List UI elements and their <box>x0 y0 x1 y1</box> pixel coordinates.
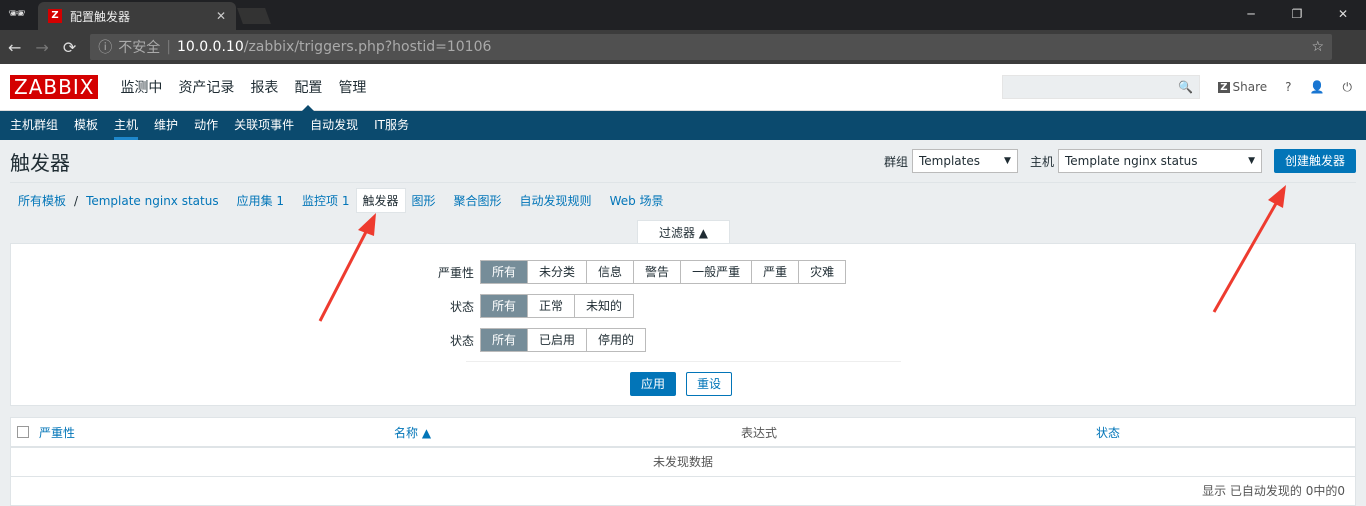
crumb-screens[interactable]: 聚合图形 <box>448 189 508 212</box>
host-label: 主机 <box>1029 154 1054 169</box>
restore-icon[interactable]: ❐ <box>1274 0 1320 28</box>
reset-button[interactable]: 重设 <box>686 372 733 396</box>
status-filter: 所有 已启用 停用的 <box>480 328 647 352</box>
triggers-table: 严重性 名称 ▲ 表达式 状态 未发现数据 显示 已自动发现的 0中的0 <box>10 417 1356 506</box>
crumb-triggers[interactable]: 触发器 <box>355 188 406 213</box>
url-host: 10.0.0.10 <box>176 39 244 55</box>
user-icon[interactable]: 👤 <box>1310 80 1325 94</box>
close-window-icon[interactable]: ✕ <box>1320 0 1366 28</box>
severity-not-classified[interactable]: 未分类 <box>527 261 586 283</box>
bookmark-star-icon[interactable]: ☆ <box>1311 39 1324 55</box>
status-label: 状态 <box>449 333 474 348</box>
dropdown-arrow-icon: ▼ <box>1248 156 1255 166</box>
subnav-correlation[interactable]: 关联项事件 <box>226 111 302 140</box>
state-label: 状态 <box>449 299 474 314</box>
status-enabled[interactable]: 已启用 <box>527 329 586 351</box>
power-icon[interactable]: ⏻ <box>1343 80 1353 95</box>
filter-panel: 严重性 所有 未分类 信息 警告 一般严重 严重 灾难 状态 所有 正常 未知的… <box>10 243 1356 406</box>
forward-icon[interactable]: → <box>35 38 48 57</box>
crumb-web-scenarios[interactable]: Web 场景 <box>604 189 670 212</box>
crumb-applications[interactable]: 应用集 1 <box>231 189 290 212</box>
subnav-discovery[interactable]: 自动发现 <box>302 111 366 140</box>
severity-average[interactable]: 一般严重 <box>680 261 751 283</box>
security-label: 不安全 <box>118 40 161 56</box>
url-input[interactable]: ⓘ 不安全 | 10.0.0.10/zabbix/triggers.php?ho… <box>90 34 1332 60</box>
zabbix-favicon-icon: Z <box>48 9 62 23</box>
url-path: /zabbix/triggers.php?hostid=10106 <box>243 39 492 55</box>
info-icon: ⓘ <box>98 40 113 56</box>
share-label: Share <box>1232 80 1268 94</box>
address-bar: ← → ⟳ ⓘ 不安全 | 10.0.0.10/zabbix/triggers.… <box>0 30 1366 64</box>
incognito-icon: 🕶 <box>8 6 26 22</box>
severity-all[interactable]: 所有 <box>481 261 528 283</box>
menu-reports[interactable]: 报表 <box>242 77 286 97</box>
search-input[interactable]: 🔍 <box>1002 75 1201 99</box>
crumb-all-templates[interactable]: 所有模板 <box>12 189 72 212</box>
create-trigger-button[interactable]: 创建触发器 <box>1273 149 1356 173</box>
col-expression: 表达式 <box>741 425 778 440</box>
subnav-host-groups[interactable]: 主机群组 <box>2 111 66 140</box>
subnav-it-services[interactable]: IT服务 <box>366 111 417 140</box>
crumb-separator: / <box>74 193 79 208</box>
browser-tabbar: 🕶 Z 配置触发器 ✕ ─ ❐ ✕ <box>0 0 1366 30</box>
minimize-icon[interactable]: ─ <box>1228 0 1274 28</box>
subnav-maintenance[interactable]: 维护 <box>146 111 186 140</box>
status-all[interactable]: 所有 <box>481 329 528 351</box>
group-label: 群组 <box>883 154 908 169</box>
filter-divider <box>466 361 901 362</box>
search-icon: 🔍 <box>1178 80 1194 94</box>
crumb-items[interactable]: 监控项 1 <box>296 189 355 212</box>
severity-filter: 所有 未分类 信息 警告 一般严重 严重 灾难 <box>480 260 847 284</box>
menu-administration[interactable]: 管理 <box>330 77 374 97</box>
host-value: Template nginx status <box>1064 154 1198 168</box>
state-filter: 所有 正常 未知的 <box>480 294 635 318</box>
col-status[interactable]: 状态 <box>1096 424 1120 441</box>
menu-inventory[interactable]: 资产记录 <box>170 77 242 97</box>
status-disabled[interactable]: 停用的 <box>586 329 645 351</box>
zabbix-header: ZABBIX 监测中 资产记录 报表 配置 管理 🔍 Z Share ? 👤 ⏻ <box>0 64 1366 112</box>
severity-high[interactable]: 严重 <box>751 261 798 283</box>
reload-icon[interactable]: ⟳ <box>63 38 76 57</box>
state-normal[interactable]: 正常 <box>527 295 574 317</box>
severity-label: 严重性 <box>437 265 474 280</box>
table-footer: 显示 已自动发现的 0中的0 <box>1202 484 1345 498</box>
severity-warning[interactable]: 警告 <box>633 261 680 283</box>
dropdown-arrow-icon: ▼ <box>1004 156 1011 166</box>
tab-title: 配置触发器 <box>70 9 131 24</box>
help-icon[interactable]: ? <box>1285 80 1291 94</box>
severity-disaster[interactable]: 灾难 <box>798 261 845 283</box>
filter-tab[interactable]: 过滤器 ▲ <box>637 220 730 244</box>
page-title: 触发器 <box>10 150 70 175</box>
subnav-hosts[interactable]: 主机 <box>106 111 146 140</box>
menu-configuration[interactable]: 配置 <box>286 77 330 112</box>
crumb-graphs[interactable]: 图形 <box>406 189 442 212</box>
apply-button[interactable]: 应用 <box>630 372 677 396</box>
menu-monitoring[interactable]: 监测中 <box>112 77 170 97</box>
state-all[interactable]: 所有 <box>481 295 528 317</box>
state-unknown[interactable]: 未知的 <box>574 295 633 317</box>
group-select[interactable]: Templates ▼ <box>911 149 1018 173</box>
browser-tab[interactable]: Z 配置触发器 ✕ <box>38 2 236 30</box>
col-name[interactable]: 名称 ▲ <box>394 424 431 441</box>
severity-info[interactable]: 信息 <box>586 261 633 283</box>
share-link[interactable]: Z Share <box>1218 80 1267 94</box>
col-severity[interactable]: 严重性 <box>39 424 75 441</box>
group-value: Templates <box>918 154 980 168</box>
crumb-template[interactable]: Template nginx status <box>80 191 225 211</box>
breadcrumb: 所有模板 / Template nginx status 应用集 1 监控项 1… <box>10 182 1356 218</box>
host-select[interactable]: Template nginx status ▼ <box>1057 149 1262 173</box>
subnav-actions[interactable]: 动作 <box>186 111 226 140</box>
select-all-checkbox[interactable] <box>17 426 29 438</box>
sub-navigation: 主机群组 模板 主机 维护 动作 关联项事件 自动发现 IT服务 <box>0 111 1366 140</box>
subnav-templates[interactable]: 模板 <box>66 111 106 140</box>
crumb-discovery-rules[interactable]: 自动发现规则 <box>514 189 598 212</box>
close-tab-icon[interactable]: ✕ <box>216 9 226 23</box>
back-icon[interactable]: ← <box>8 38 21 57</box>
zabbix-logo[interactable]: ZABBIX <box>10 75 99 99</box>
empty-message: 未发现数据 <box>11 448 1355 477</box>
new-tab-button[interactable] <box>237 8 271 24</box>
table-header: 严重性 名称 ▲ 表达式 状态 <box>11 418 1355 448</box>
